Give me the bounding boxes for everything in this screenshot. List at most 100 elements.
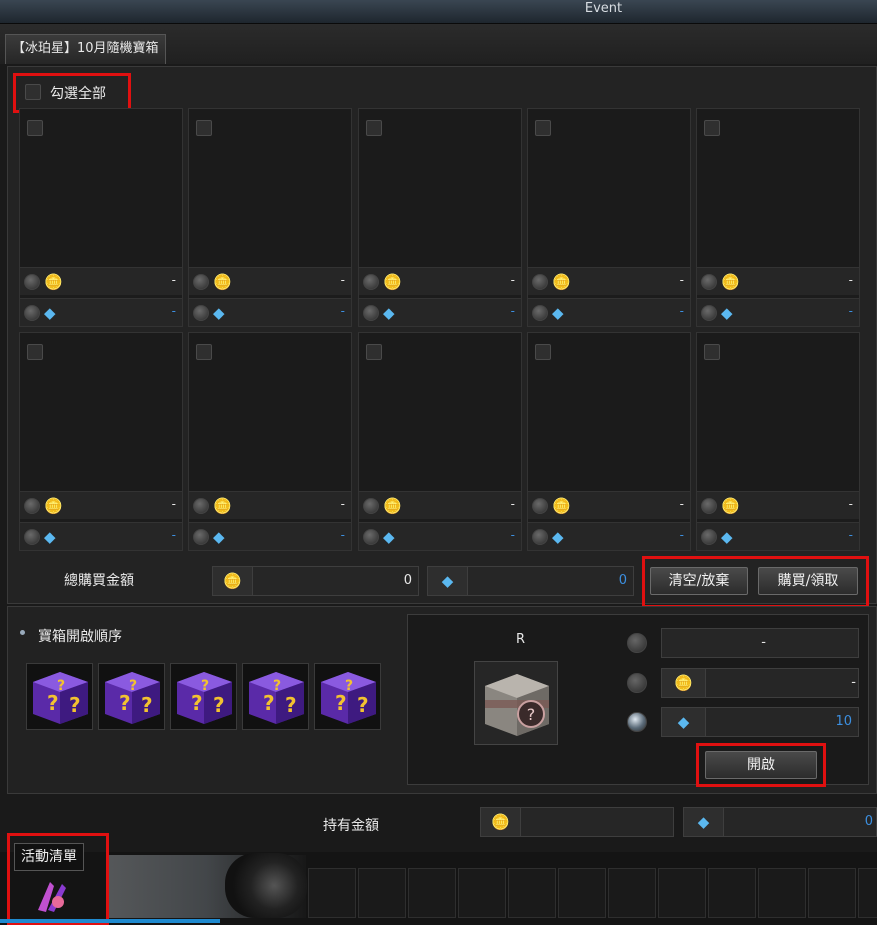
gem-radio[interactable] [532, 305, 548, 321]
box-card[interactable]: 🪙 - ◆ - [696, 332, 860, 551]
diamond-gem-icon: ◆ [44, 528, 56, 546]
card-gold-value: - [510, 497, 515, 511]
quick-slot[interactable] [458, 868, 506, 918]
svg-text:?: ? [119, 691, 131, 715]
gold-coin-icon: 🪙 [721, 273, 740, 291]
box-card[interactable]: 🪙 - ◆ - [188, 108, 352, 327]
gem-radio[interactable] [363, 305, 379, 321]
gold-radio[interactable] [532, 498, 548, 514]
select-all-checkbox[interactable] [25, 84, 41, 100]
quick-slot[interactable] [558, 868, 606, 918]
buy-claim-button[interactable]: 購買/領取 [758, 567, 858, 595]
open-name-value: - [761, 635, 766, 650]
box-card[interactable]: 🪙 - ◆ - [696, 108, 860, 327]
select-all-label[interactable]: 勾選全部 [50, 83, 106, 103]
box-card[interactable]: 🪙 - ◆ - [19, 108, 183, 327]
option-radio-name[interactable] [627, 633, 647, 653]
gold-radio[interactable] [363, 498, 379, 514]
title-bar: Event [0, 0, 877, 24]
box-card[interactable]: 🪙 - ◆ - [358, 332, 522, 551]
gold-radio[interactable] [193, 274, 209, 290]
quick-slot[interactable] [608, 868, 656, 918]
option-radio-gold[interactable] [627, 673, 647, 693]
diamond-gem-icon: ◆ [213, 304, 225, 322]
card-gem-value: - [171, 304, 176, 318]
held-gem-value: 0 [864, 814, 873, 829]
svg-text:?: ? [47, 691, 59, 715]
quick-slot[interactable] [708, 868, 756, 918]
gem-radio[interactable] [24, 305, 40, 321]
box-card[interactable]: 🪙 - ◆ - [527, 332, 691, 551]
action-buttons-frame: 清空/放棄 購買/領取 [642, 556, 869, 608]
gold-radio[interactable] [24, 274, 40, 290]
card-checkbox[interactable] [535, 344, 551, 360]
gold-coin-icon: 🪙 [383, 273, 402, 291]
card-gem-row: ◆ - [528, 298, 690, 326]
card-checkbox[interactable] [366, 120, 382, 136]
diamond-gem-icon: ◆ [44, 304, 56, 322]
card-gold-row: 🪙 - [359, 491, 521, 519]
gold-radio[interactable] [532, 274, 548, 290]
activity-list-button[interactable]: 活動清單 [14, 843, 84, 871]
gem-radio[interactable] [532, 529, 548, 545]
card-gold-value: - [171, 273, 176, 287]
card-checkbox[interactable] [27, 120, 43, 136]
gold-radio[interactable] [24, 498, 40, 514]
card-gem-value: - [510, 304, 515, 318]
svg-text:?: ? [345, 678, 353, 694]
open-gold-field: 🪙 - [661, 668, 859, 698]
gold-coin-icon: 🪙 [213, 497, 232, 515]
open-button[interactable]: 開啟 [705, 751, 817, 779]
card-checkbox[interactable] [704, 344, 720, 360]
window-title: Event [584, 1, 623, 16]
quick-slot[interactable] [658, 868, 706, 918]
quick-slot[interactable] [358, 868, 406, 918]
quick-slot[interactable] [858, 868, 877, 918]
svg-text:?: ? [213, 693, 225, 717]
card-gold-row: 🪙 - [359, 267, 521, 295]
gem-radio[interactable] [701, 529, 717, 545]
gold-radio[interactable] [363, 274, 379, 290]
card-image [189, 109, 351, 267]
card-checkbox[interactable] [27, 344, 43, 360]
card-image [189, 333, 351, 491]
box-card[interactable]: 🪙 - ◆ - [188, 332, 352, 551]
clear-abandon-button[interactable]: 清空/放棄 [650, 567, 748, 595]
gold-radio[interactable] [701, 498, 717, 514]
open-gem-field: ◆ 10 [661, 707, 859, 737]
card-checkbox[interactable] [196, 120, 212, 136]
open-order-label: 寶箱開啟順序 [38, 629, 122, 645]
gem-radio[interactable] [363, 529, 379, 545]
card-checkbox[interactable] [196, 344, 212, 360]
mystery-box-icon: ??? [314, 663, 381, 730]
quick-slot[interactable] [508, 868, 556, 918]
svg-text:?: ? [335, 691, 347, 715]
card-gem-value: - [679, 304, 684, 318]
quick-slot[interactable] [408, 868, 456, 918]
svg-text:?: ? [273, 678, 281, 694]
activity-list-icon[interactable] [32, 876, 72, 916]
mystery-box-icon: ??? [98, 663, 165, 730]
tab-bar: 【冰珀星】10月隨機寶箱 [0, 24, 877, 64]
quick-slot[interactable] [758, 868, 806, 918]
option-radio-gem[interactable] [627, 712, 647, 732]
gem-radio[interactable] [24, 529, 40, 545]
card-checkbox[interactable] [366, 344, 382, 360]
box-card[interactable]: 🪙 - ◆ - [527, 108, 691, 327]
gem-radio[interactable] [193, 305, 209, 321]
card-checkbox[interactable] [704, 120, 720, 136]
quick-slot[interactable] [808, 868, 856, 918]
gold-radio[interactable] [701, 274, 717, 290]
gem-radio[interactable] [701, 305, 717, 321]
card-gold-value: - [848, 273, 853, 287]
total-purchase-label: 總購買金額 [64, 573, 134, 589]
tab-random-box[interactable]: 【冰珀星】10月隨機寶箱 [5, 34, 166, 64]
gold-radio[interactable] [193, 498, 209, 514]
card-gold-value: - [848, 497, 853, 511]
gem-radio[interactable] [193, 529, 209, 545]
quick-slot[interactable] [308, 868, 356, 918]
card-checkbox[interactable] [535, 120, 551, 136]
box-card[interactable]: 🪙 - ◆ - [358, 108, 522, 327]
held-gold-field: 🪙 [480, 807, 674, 837]
box-card[interactable]: 🪙 - ◆ - [19, 332, 183, 551]
